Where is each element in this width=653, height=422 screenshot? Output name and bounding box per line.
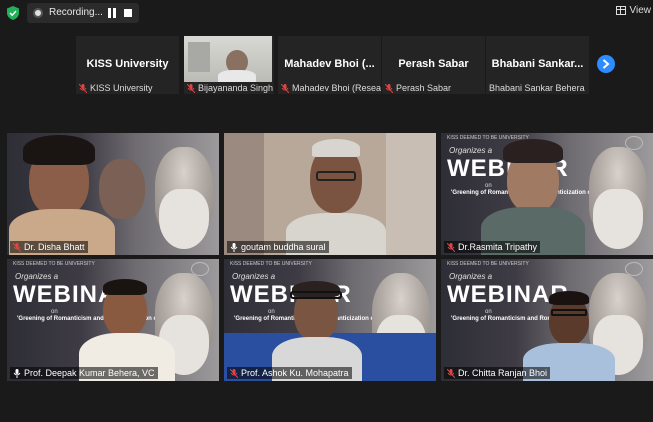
next-page-button[interactable] — [597, 55, 615, 73]
video-tile[interactable]: KISS DEEMED TO BE UNIVERSITY Organizes a… — [441, 133, 653, 255]
participant-name-label: Perash Sabar — [385, 83, 451, 93]
participant-name-display: Mahadev Bhoi (... — [284, 58, 375, 70]
view-button[interactable]: View — [615, 5, 652, 16]
mic-muted-icon — [230, 368, 238, 378]
participant-name-display: Bhabani Sankar... — [491, 58, 584, 70]
security-shield-icon[interactable] — [7, 6, 19, 20]
participant-name-label: Dr. Disha Bhatt — [10, 241, 88, 253]
recording-dot-icon — [33, 8, 43, 18]
participant-name-label: Dr. Chitta Ranjan Bhoi — [444, 367, 551, 379]
participant-name-display: KISS University — [86, 58, 169, 70]
participant-name-label: Bhabani Sankar Behera — [489, 83, 585, 93]
participant-name-label: Bijayananda Singh — [187, 83, 273, 93]
mic-muted-icon — [13, 242, 21, 252]
recording-indicator: Recording... — [27, 3, 139, 23]
stop-recording-icon[interactable] — [124, 9, 132, 17]
mic-muted-icon — [447, 368, 455, 378]
view-label: View — [629, 5, 652, 16]
filmstrip-tile[interactable]: Mahadev Bhoi (... Mahadev Bhoi (Resea... — [278, 36, 381, 94]
video-tile-active-speaker[interactable]: KISS DEEMED TO BE UNIVERSITY Organizes a… — [7, 259, 219, 381]
filmstrip-tile[interactable]: Bijayananda Singh — [184, 36, 274, 94]
mic-muted-icon — [281, 83, 289, 93]
filmstrip-tile[interactable]: KISS University KISS University — [76, 36, 179, 94]
participant-name-label: Dr.Rasmita Tripathy — [444, 241, 541, 253]
recording-label: Recording... — [49, 7, 103, 18]
video-tile[interactable]: KISS DEEMED TO BE UNIVERSITY Organizes a… — [441, 259, 653, 381]
meeting-top-bar: Recording... View — [0, 0, 653, 26]
mic-muted-icon — [385, 83, 393, 93]
participant-name-display: Perash Sabar — [398, 58, 469, 70]
video-tile[interactable]: Dr. Disha Bhatt — [7, 133, 219, 255]
video-tile[interactable]: goutam buddha sural — [224, 133, 436, 255]
mic-muted-icon — [187, 83, 195, 93]
participant-video — [184, 36, 272, 82]
chevron-right-icon — [602, 59, 610, 69]
participant-name-label: Mahadev Bhoi (Resea... — [281, 83, 381, 93]
filmstrip-tile[interactable]: Bhabani Sankar... Bhabani Sankar Behera — [486, 36, 589, 94]
mic-muted-icon — [79, 83, 87, 93]
filmstrip-tile[interactable]: Perash Sabar Perash Sabar — [382, 36, 485, 94]
participant-name-label: Prof. Ashok Ku. Mohapatra — [227, 367, 352, 379]
participant-name-label: Prof. Deepak Kumar Behera, VC — [10, 367, 158, 379]
participant-name-label: KISS University — [79, 83, 153, 93]
video-tile[interactable]: KISS DEEMED TO BE UNIVERSITY Organizes a… — [224, 259, 436, 381]
pause-recording-icon[interactable] — [107, 8, 117, 18]
grid-view-icon — [615, 6, 626, 15]
mic-on-icon — [13, 368, 21, 378]
mic-muted-icon — [447, 242, 455, 252]
participant-name-label: goutam buddha sural — [227, 241, 329, 253]
mic-on-icon — [230, 242, 238, 252]
